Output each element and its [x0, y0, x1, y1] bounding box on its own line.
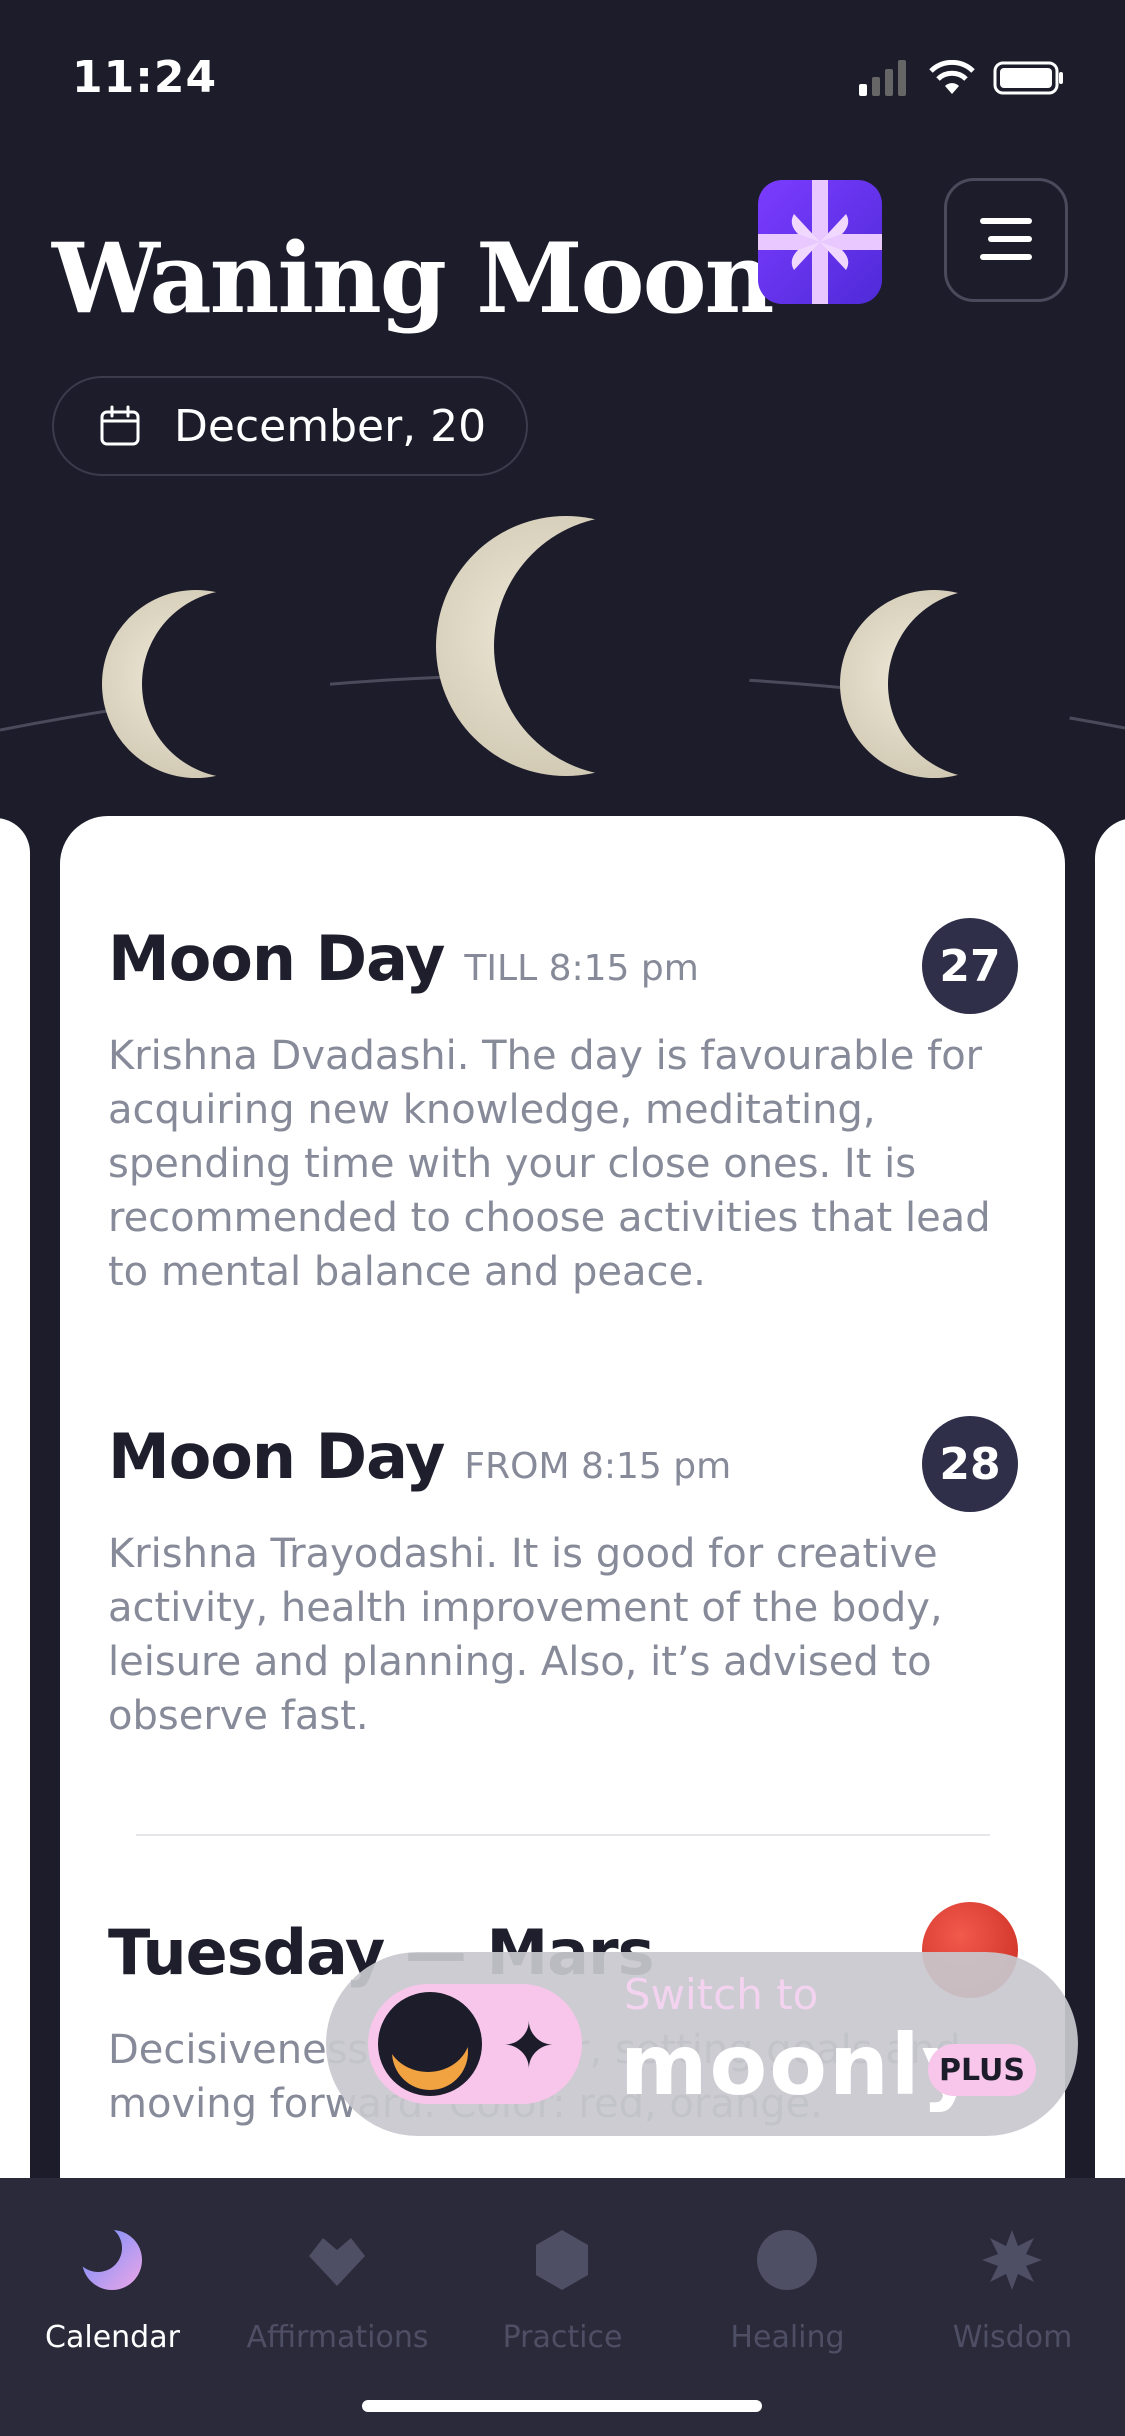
- status-time: 11:24: [72, 52, 218, 103]
- moon-day-section: Moon Day TILL 8:15 pm 27 Krishna Dvadash…: [108, 918, 1018, 1299]
- prev-card-edge[interactable]: [0, 818, 30, 2218]
- promo-brand: moonly: [620, 2016, 979, 2114]
- sparkle-icon: ✦: [502, 2010, 556, 2084]
- calendar-icon: [100, 405, 140, 446]
- battery-icon: [993, 61, 1063, 95]
- upgrade-banner[interactable]: ✦ Switch to moonly PLUS: [326, 1952, 1078, 2136]
- menu-button[interactable]: [944, 178, 1068, 302]
- tab-label: Healing: [730, 2320, 845, 2355]
- moon-day-description: Krishna Trayodashi. It is good for creat…: [108, 1531, 943, 1739]
- moon-phase-prev[interactable]: [102, 590, 330, 778]
- heart-icon: [309, 2238, 365, 2286]
- star-icon: [982, 2230, 1042, 2290]
- moon-day-qualifier: TILL 8:15 pm: [464, 948, 699, 989]
- tab-bar: Calendar Affirmations Practice Healing W…: [0, 2178, 1125, 2436]
- hamburger-icon: [980, 218, 1032, 260]
- wifi-icon: [929, 60, 975, 94]
- next-card-edge[interactable]: [1095, 818, 1125, 2218]
- plus-badge: PLUS: [928, 2044, 1036, 2096]
- gift-button[interactable]: [758, 180, 882, 304]
- moon-day-section: Moon Day FROM 8:15 pm 28 Krishna Trayoda…: [108, 1416, 1018, 1743]
- status-bar: 11:24: [0, 0, 1125, 150]
- moon-logo-icon: [378, 1992, 482, 2096]
- moon-phase-current[interactable]: [436, 516, 754, 776]
- promo-switch-text: Switch to: [624, 1970, 819, 2019]
- hexagon-icon: [536, 2230, 588, 2290]
- status-icons: [859, 60, 1065, 96]
- tab-calendar[interactable]: Calendar: [0, 2208, 225, 2368]
- tab-label: Practice: [502, 2320, 623, 2355]
- tab-label: Wisdom: [952, 2320, 1073, 2355]
- tab-wisdom[interactable]: Wisdom: [900, 2208, 1125, 2368]
- tab-practice[interactable]: Practice: [450, 2208, 675, 2368]
- moon-day-badge: 27: [922, 918, 1018, 1014]
- moon-day-badge: 28: [922, 1416, 1018, 1512]
- tab-label: Calendar: [45, 2320, 180, 2355]
- date-label: December, 20: [174, 400, 487, 452]
- tab-affirmations[interactable]: Affirmations: [225, 2208, 450, 2368]
- moon-day-qualifier: FROM 8:15 pm: [464, 1446, 732, 1487]
- tab-label: Affirmations: [246, 2320, 429, 2355]
- moon-icon: [80, 2228, 142, 2290]
- circle-icon: [757, 2230, 817, 2290]
- moon-day-title: Moon Day: [108, 1420, 445, 1493]
- home-indicator[interactable]: [362, 2400, 762, 2412]
- promo-toggle[interactable]: ✦: [368, 1984, 582, 2104]
- section-divider: [136, 1834, 990, 1836]
- tab-healing[interactable]: Healing: [675, 2208, 900, 2368]
- moon-phase-carousel[interactable]: [0, 510, 1125, 810]
- moon-phase-next[interactable]: [840, 590, 1076, 778]
- signal-icon: [859, 60, 906, 96]
- gift-icon: [758, 180, 882, 304]
- page-title: Waning Moon: [52, 222, 774, 335]
- moon-day-title: Moon Day: [108, 922, 445, 995]
- date-picker-button[interactable]: December, 20: [52, 376, 528, 476]
- moon-day-description: Krishna Dvadashi. The day is favourable …: [108, 1033, 991, 1295]
